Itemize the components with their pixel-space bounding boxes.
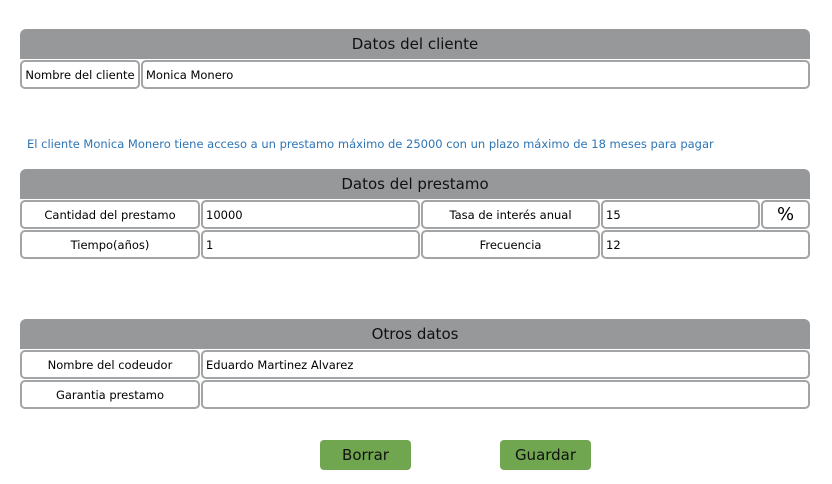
otros-section-header: Otros datos [20, 319, 810, 349]
cantidad-prestamo-label: Cantidad del prestamo [20, 200, 200, 229]
guardar-button[interactable]: Guardar [500, 440, 591, 470]
frecuencia-label: Frecuencia [421, 230, 600, 259]
garantia-label: Garantia prestamo [20, 380, 200, 409]
garantia-field[interactable] [201, 380, 810, 409]
tasa-interes-field[interactable]: 15 [601, 200, 760, 229]
cliente-section-header: Datos del cliente [20, 29, 810, 59]
percent-label: % [761, 200, 810, 229]
cantidad-prestamo-field[interactable]: 10000 [201, 200, 420, 229]
codeudor-label: Nombre del codeudor [20, 350, 200, 379]
tiempo-label: Tiempo(años) [20, 230, 200, 259]
loan-eligibility-message: El cliente Monica Monero tiene acceso a … [27, 137, 714, 151]
frecuencia-field[interactable]: 12 [601, 230, 810, 259]
prestamo-section-header: Datos del prestamo [20, 169, 810, 199]
tasa-interes-label: Tasa de interés anual [421, 200, 600, 229]
cliente-nombre-label: Nombre del cliente [20, 60, 140, 89]
borrar-button[interactable]: Borrar [320, 440, 411, 470]
codeudor-field[interactable]: Eduardo Martinez Alvarez [201, 350, 810, 379]
tiempo-field[interactable]: 1 [201, 230, 420, 259]
cliente-nombre-field[interactable]: Monica Monero [141, 60, 810, 89]
